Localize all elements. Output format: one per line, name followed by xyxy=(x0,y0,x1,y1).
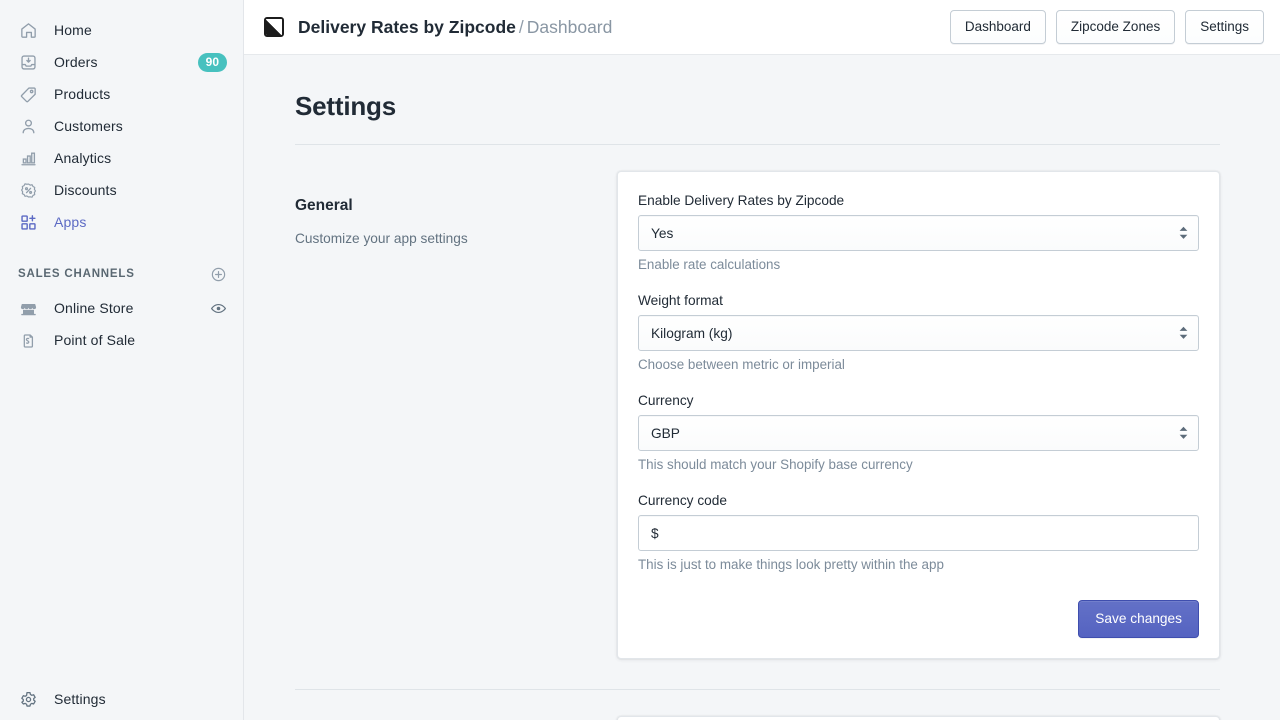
field-label: Currency xyxy=(638,393,694,408)
card-actions: Save changes xyxy=(638,600,1199,638)
enable-delivery-rates-select[interactable]: Yes xyxy=(638,215,1199,251)
currency-code-input[interactable]: $ xyxy=(638,515,1199,551)
sidebar-item-orders[interactable]: Orders 90 xyxy=(8,46,235,78)
field-currency-code: Currency code $ This is just to make thi… xyxy=(638,491,1199,575)
discounts-percent-icon xyxy=(18,180,38,200)
topbar-actions: Dashboard Zipcode Zones Settings xyxy=(949,10,1264,44)
field-label: Weight format xyxy=(638,293,723,308)
section-description-advanced: Advanced xyxy=(295,716,617,720)
sidebar-item-label: Point of Sale xyxy=(54,332,136,348)
analytics-bars-icon xyxy=(18,148,38,168)
products-tag-icon xyxy=(18,84,38,104)
sidebar-item-label: Analytics xyxy=(54,150,112,166)
field-help-text: Enable rate calculations xyxy=(638,257,781,272)
sidebar-item-apps[interactable]: Apps xyxy=(8,206,235,238)
sidebar-item-home[interactable]: Home xyxy=(8,14,235,46)
weight-format-select[interactable]: Kilogram (kg) xyxy=(638,315,1199,351)
online-store-icon xyxy=(18,298,38,318)
apps-grid-plus-icon xyxy=(18,212,38,232)
sidebar-item-label: Home xyxy=(54,22,92,38)
app-topbar: Delivery Rates by Zipcode / Dashboard Dash… xyxy=(244,0,1280,55)
eye-icon[interactable] xyxy=(210,300,227,317)
nav-button-dashboard[interactable]: Dashboard xyxy=(949,10,1046,44)
plus-circle-icon[interactable] xyxy=(210,266,227,283)
sidebar-item-label: Products xyxy=(54,86,111,102)
select-wrapper: GBP xyxy=(638,415,1199,451)
sidebar-item-label: Customers xyxy=(54,118,123,134)
field-weight-format: Weight format Kilogram (kg) Choose betwe… xyxy=(638,291,1199,375)
field-enable-delivery-rates: Enable Delivery Rates by Zipcode Yes Ena… xyxy=(638,191,1199,275)
orders-inbox-icon xyxy=(18,52,38,72)
save-changes-button[interactable]: Save changes xyxy=(1078,600,1199,638)
nav-button-settings[interactable]: Settings xyxy=(1185,10,1264,44)
sales-channels-header: SALES CHANNELS xyxy=(8,260,235,288)
point-of-sale-bag-icon xyxy=(18,330,38,350)
sidebar-item-label: Online Store xyxy=(54,300,134,316)
sidebar-item-label: Settings xyxy=(54,691,106,707)
sidebar-item-point-of-sale[interactable]: Point of Sale xyxy=(8,324,235,356)
sales-channels-title: SALES CHANNELS xyxy=(18,268,135,280)
customers-person-icon xyxy=(18,116,38,136)
section-subtext: Customize your app settings xyxy=(295,231,468,246)
field-currency: Currency GBP This should match your Shop… xyxy=(638,391,1199,475)
field-label: Currency code xyxy=(638,493,728,508)
sidebar: Home Orders 90 Products Customers Analyt… xyxy=(0,0,244,720)
field-help-text: This is just to make things look pretty … xyxy=(638,557,944,572)
sidebar-item-customers[interactable]: Customers xyxy=(8,110,235,142)
section-heading: General xyxy=(295,197,353,214)
field-help-text: Choose between metric or imperial xyxy=(638,357,845,372)
sidebar-item-products[interactable]: Products xyxy=(8,78,235,110)
select-wrapper: Yes xyxy=(638,215,1199,251)
sidebar-item-label: Apps xyxy=(54,214,87,230)
sidebar-item-analytics[interactable]: Analytics xyxy=(8,142,235,174)
settings-section-general: General Customize your app settings Enab… xyxy=(295,171,1220,659)
sidebar-item-settings[interactable]: Settings xyxy=(8,683,235,715)
page-breadcrumb-title: Delivery Rates by Zipcode / Dashboard xyxy=(298,17,612,38)
breadcrumb-current: Dashboard xyxy=(526,16,613,37)
field-help-text: This should match your Shopify base curr… xyxy=(638,457,913,472)
app-window: Home Orders 90 Products Customers Analyt… xyxy=(0,0,1280,720)
app-name: Delivery Rates by Zipcode xyxy=(298,16,516,37)
gear-icon xyxy=(18,689,38,709)
sidebar-item-discounts[interactable]: Discounts xyxy=(8,174,235,206)
sidebar-item-label: Orders xyxy=(54,54,98,70)
orders-count-badge: 90 xyxy=(197,52,227,72)
title-divider xyxy=(295,144,1220,145)
settings-page: Settings General Customize your app sett… xyxy=(295,55,1220,720)
sidebar-item-online-store[interactable]: Online Store xyxy=(8,292,235,324)
select-wrapper: Kilogram (kg) xyxy=(638,315,1199,351)
section-divider xyxy=(295,689,1220,690)
nav-button-zipcode-zones[interactable]: Zipcode Zones xyxy=(1055,10,1176,44)
section-description-general: General Customize your app settings xyxy=(295,171,617,249)
sidebar-footer: Settings xyxy=(0,683,243,715)
currency-select[interactable]: GBP xyxy=(638,415,1199,451)
advanced-settings-card: API Key xyxy=(617,716,1220,720)
settings-section-advanced: Advanced API Key xyxy=(295,716,1220,720)
main-area: Delivery Rates by Zipcode / Dashboard Dash… xyxy=(244,0,1280,720)
page-title: Settings xyxy=(295,91,396,121)
home-icon xyxy=(18,20,38,40)
content-scroll-area[interactable]: Settings General Customize your app sett… xyxy=(244,55,1280,720)
field-label: Enable Delivery Rates by Zipcode xyxy=(638,193,845,208)
app-square-diagonal-icon xyxy=(264,17,284,37)
breadcrumb-separator: / xyxy=(518,16,524,37)
sidebar-item-label: Discounts xyxy=(54,182,117,198)
general-settings-card: Enable Delivery Rates by Zipcode Yes Ena… xyxy=(617,171,1220,659)
